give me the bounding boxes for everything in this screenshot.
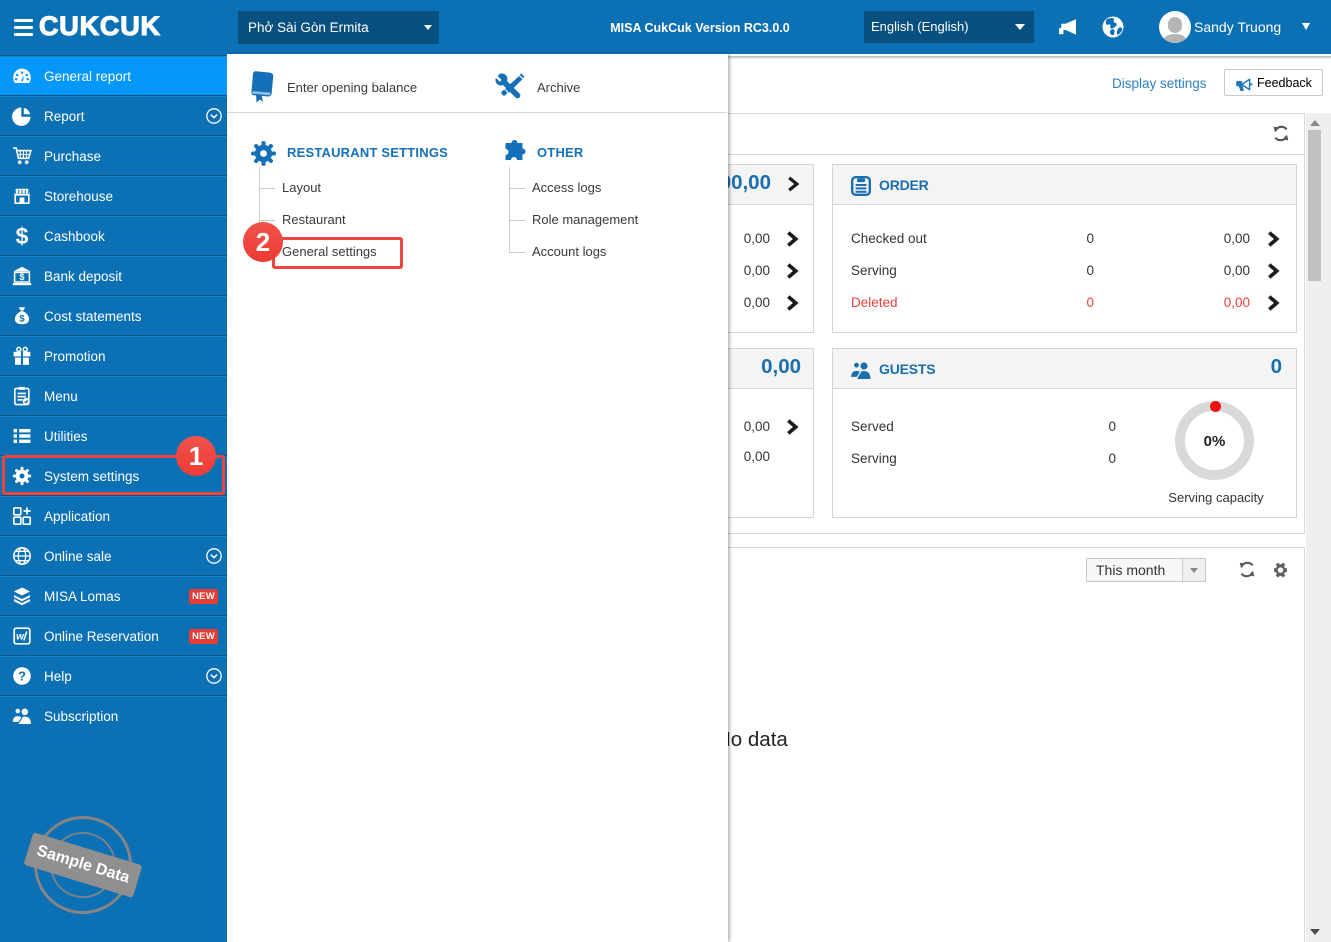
svg-text:?: ?: [18, 669, 26, 684]
svg-text:$: $: [19, 313, 25, 324]
svg-text:w: w: [16, 632, 25, 643]
svg-text:$: $: [19, 272, 24, 282]
